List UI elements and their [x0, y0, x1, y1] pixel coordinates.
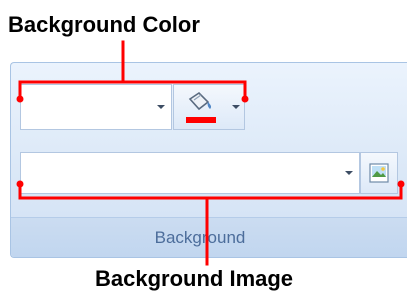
background-color-fill-button[interactable]	[173, 84, 245, 130]
background-image-callout-title: Background Image	[95, 266, 294, 291]
ribbon-group-label: Background	[154, 227, 246, 247]
paint-bucket-icon	[186, 91, 216, 123]
background-color-combo[interactable]	[20, 84, 172, 130]
chevron-down-icon[interactable]	[345, 171, 353, 175]
fill-color-swatch	[186, 117, 216, 123]
background-image-combo[interactable]	[20, 152, 360, 194]
chevron-down-icon[interactable]	[157, 105, 165, 109]
ribbon-group-label-bar: Background	[11, 217, 407, 257]
picture-icon	[369, 163, 389, 183]
background-color-callout-title: Background Color	[8, 12, 200, 37]
background-image-button[interactable]	[360, 152, 398, 194]
chevron-down-icon[interactable]	[232, 105, 240, 109]
